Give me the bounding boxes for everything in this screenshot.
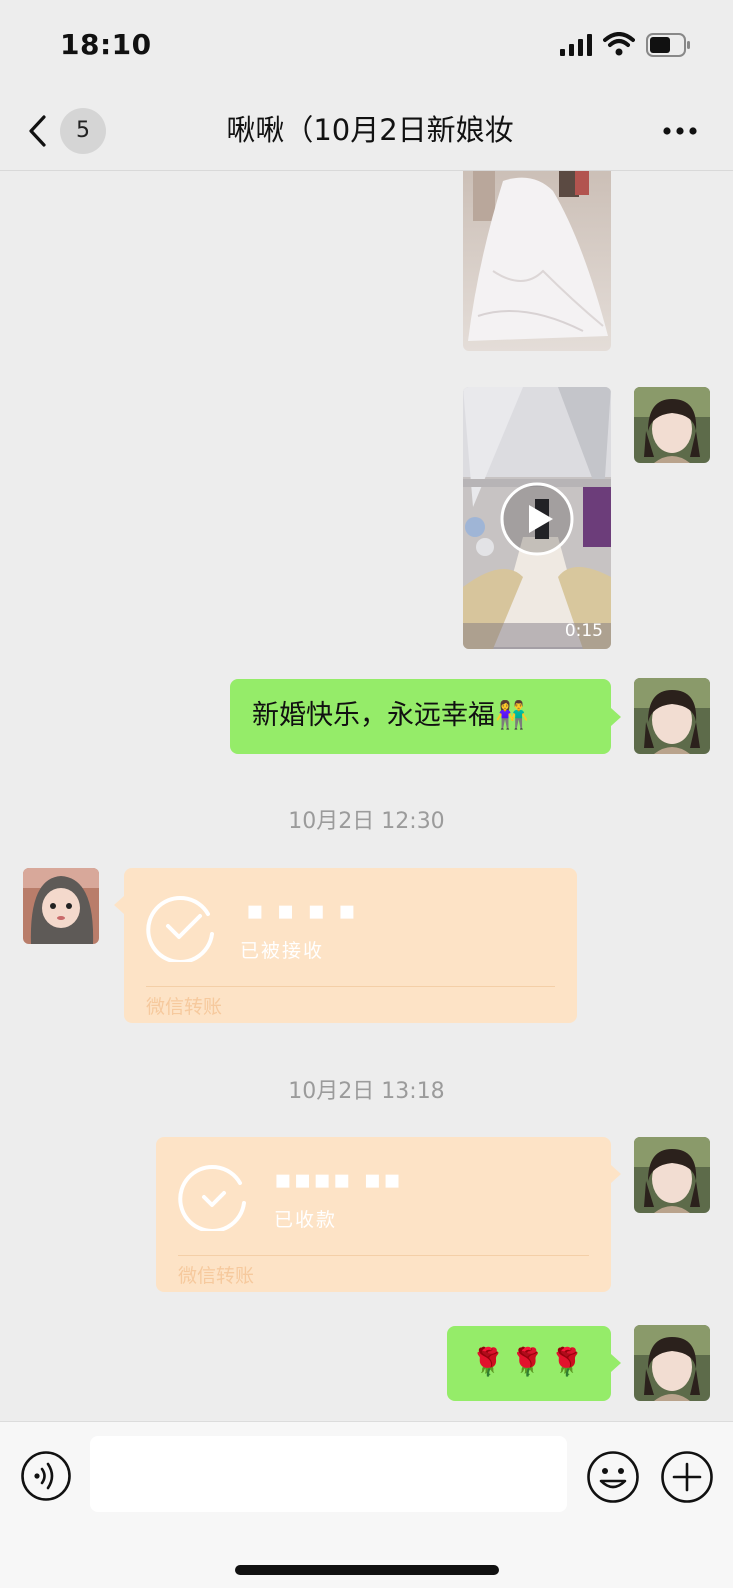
avatar[interactable]: [634, 1137, 710, 1213]
signal-icon: [560, 34, 592, 56]
text-message-bubble[interactable]: 新婚快乐，永远幸福👫: [230, 679, 611, 754]
plus-icon[interactable]: [660, 1450, 714, 1504]
transfer-label: 微信转账: [146, 996, 223, 1018]
bubble-tail: [114, 896, 124, 914]
transfer-divider: [178, 1255, 589, 1256]
avatar[interactable]: [23, 868, 99, 944]
more-icon[interactable]: [660, 118, 700, 144]
check-circle-icon: [178, 1164, 246, 1231]
message-input[interactable]: [90, 1436, 567, 1512]
message-text: 新婚快乐，永远幸福👫: [252, 700, 529, 731]
chat-title: 啾啾（10月2日新娘妆: [226, 113, 514, 147]
avatar-image: [634, 678, 710, 754]
transfer-card-received[interactable]: ▪ ▪ ▪ ▪ 已被接收 微信转账: [124, 868, 577, 1023]
avatar[interactable]: [634, 387, 710, 463]
transfer-amount: ▪▪▪▪ ▪▪: [274, 1165, 403, 1195]
battery-icon: [646, 33, 690, 57]
avatar-image: [634, 1325, 710, 1401]
play-icon[interactable]: [499, 481, 575, 557]
nav-bar: 5 啾啾（10月2日新娘妆: [0, 92, 733, 171]
bubble-tail: [611, 1354, 621, 1372]
bubble-tail: [611, 1165, 621, 1183]
home-indicator: [235, 1565, 499, 1575]
voice-icon[interactable]: [20, 1450, 72, 1502]
timestamp: 10月2日 13:18: [288, 1079, 445, 1104]
transfer-status: 已被接收: [240, 940, 325, 962]
transfer-divider: [146, 986, 555, 987]
image-message[interactable]: [463, 171, 611, 351]
transfer-card-sent[interactable]: ▪▪▪▪ ▪▪ 已收款 微信转账: [156, 1137, 611, 1292]
wedding-dress-image: [463, 171, 611, 351]
avatar-image: [634, 1137, 710, 1213]
avatar[interactable]: [634, 1325, 710, 1401]
bubble-tail: [611, 708, 621, 726]
status-bar: 18:10: [0, 0, 733, 92]
transfer-amount: ▪ ▪ ▪ ▪: [246, 896, 358, 926]
video-duration: 0:15: [564, 621, 603, 641]
wifi-icon: [603, 32, 635, 56]
timestamp: 10月2日 12:30: [288, 809, 445, 834]
back-icon[interactable]: [24, 114, 54, 148]
chat-message-list[interactable]: 0:15 新婚快乐，永远幸福👫 10月2日 12:30 ▪ ▪ ▪ ▪ 已被接收…: [0, 171, 733, 1421]
message-text: 🌹🌹🌹: [471, 1347, 590, 1378]
check-circle-icon: [146, 895, 214, 962]
avatar-image: [634, 387, 710, 463]
input-bar: [0, 1421, 733, 1588]
transfer-label: 微信转账: [178, 1265, 255, 1287]
emoji-icon[interactable]: [586, 1450, 640, 1504]
text-message-bubble[interactable]: 🌹🌹🌹: [447, 1326, 611, 1401]
avatar[interactable]: [634, 678, 710, 754]
transfer-status: 已收款: [274, 1209, 338, 1231]
status-time: 18:10: [60, 28, 152, 61]
unread-count-badge[interactable]: 5: [60, 108, 106, 154]
avatar-image: [23, 868, 99, 944]
video-message[interactable]: 0:15: [463, 387, 611, 649]
